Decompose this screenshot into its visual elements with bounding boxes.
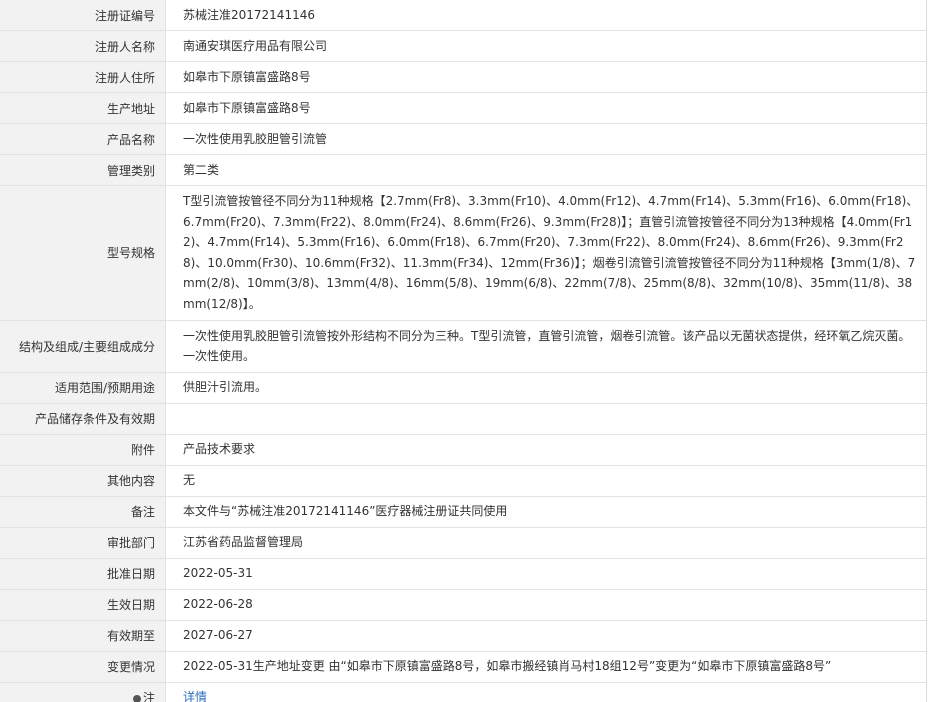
row-label: 有效期至 [0, 620, 166, 652]
row-effective-date: 生效日期 2022-06-28 [0, 589, 926, 621]
row-other: 其他内容 无 [0, 465, 926, 497]
row-label: 附件 [0, 434, 166, 466]
row-label: 生产地址 [0, 92, 166, 124]
row-label: 适用范围/预期用途 [0, 372, 166, 404]
row-value: 供胆汁引流用。 [165, 372, 926, 404]
row-value: 2022-06-28 [165, 589, 926, 621]
row-label: 批准日期 [0, 558, 166, 590]
row-change: 变更情况 2022-05-31生产地址变更 由“如皋市下原镇富盛路8号，如皋市搬… [0, 651, 926, 683]
registration-table: 注册证编号 苏械注准20172141146 注册人名称 南通安琪医疗用品有限公司… [0, 0, 926, 702]
note-label: 注 [142, 691, 155, 702]
row-value: 一次性使用乳胶胆管引流管按外形结构不同分为三种。T型引流管，直管引流管，烟卷引流… [165, 320, 926, 373]
row-value: 如皋市下原镇富盛路8号 [165, 92, 926, 124]
row-label: 生效日期 [0, 589, 166, 621]
row-value: 详情 [165, 682, 926, 702]
row-value: 如皋市下原镇富盛路8号 [165, 61, 926, 93]
row-value: 南通安琪医疗用品有限公司 [165, 30, 926, 62]
row-production-address: 生产地址 如皋市下原镇富盛路8号 [0, 92, 926, 124]
row-value: 2022-05-31 [165, 558, 926, 590]
row-label: 注册人名称 [0, 30, 166, 62]
row-label: 变更情况 [0, 651, 166, 683]
row-model-spec: 型号规格 T型引流管按管径不同分为11种规格【2.7mm(Fr8)、3.3mm(… [0, 185, 926, 321]
row-label: 备注 [0, 496, 166, 528]
row-value [165, 403, 926, 435]
row-value: 产品技术要求 [165, 434, 926, 466]
row-value: 江苏省药品监督管理局 [165, 527, 926, 559]
row-expiry-date: 有效期至 2027-06-27 [0, 620, 926, 652]
row-product-name: 产品名称 一次性使用乳胶胆管引流管 [0, 123, 926, 155]
row-approval-dept: 审批部门 江苏省药品监督管理局 [0, 527, 926, 559]
row-intended-use: 适用范围/预期用途 供胆汁引流用。 [0, 372, 926, 404]
row-label: 管理类别 [0, 154, 166, 186]
row-label: 其他内容 [0, 465, 166, 497]
row-label: 注册人住所 [0, 61, 166, 93]
row-label: 注 [0, 682, 166, 702]
row-storage: 产品储存条件及有效期 [0, 403, 926, 435]
row-value: T型引流管按管径不同分为11种规格【2.7mm(Fr8)、3.3mm(Fr10)… [165, 185, 926, 321]
row-registrant-address: 注册人住所 如皋市下原镇富盛路8号 [0, 61, 926, 93]
row-value: 无 [165, 465, 926, 497]
row-value: 一次性使用乳胶胆管引流管 [165, 123, 926, 155]
row-remark: 备注 本文件与“苏械注准20172141146”医疗器械注册证共同使用 [0, 496, 926, 528]
row-value: 苏械注准20172141146 [165, 0, 926, 31]
row-label: 产品名称 [0, 123, 166, 155]
row-label: 审批部门 [0, 527, 166, 559]
row-attachment: 附件 产品技术要求 [0, 434, 926, 466]
row-registrant: 注册人名称 南通安琪医疗用品有限公司 [0, 30, 926, 62]
row-label: 型号规格 [0, 185, 166, 321]
row-approval-date: 批准日期 2022-05-31 [0, 558, 926, 590]
row-label: 注册证编号 [0, 0, 166, 31]
row-note: 注 详情 [0, 682, 926, 702]
row-value: 第二类 [165, 154, 926, 186]
row-structure: 结构及组成/主要组成成分 一次性使用乳胶胆管引流管按外形结构不同分为三种。T型引… [0, 320, 926, 373]
row-reg-no: 注册证编号 苏械注准20172141146 [0, 0, 926, 31]
registration-detail-panel: 注册证编号 苏械注准20172141146 注册人名称 南通安琪医疗用品有限公司… [0, 0, 927, 702]
bullet-icon [132, 694, 141, 702]
row-label: 产品储存条件及有效期 [0, 403, 166, 435]
detail-link[interactable]: 详情 [183, 690, 207, 702]
row-value: 本文件与“苏械注准20172141146”医疗器械注册证共同使用 [165, 496, 926, 528]
row-label: 结构及组成/主要组成成分 [0, 320, 166, 373]
row-value: 2027-06-27 [165, 620, 926, 652]
row-value: 2022-05-31生产地址变更 由“如皋市下原镇富盛路8号，如皋市搬经镇肖马村… [165, 651, 926, 683]
row-category: 管理类别 第二类 [0, 154, 926, 186]
